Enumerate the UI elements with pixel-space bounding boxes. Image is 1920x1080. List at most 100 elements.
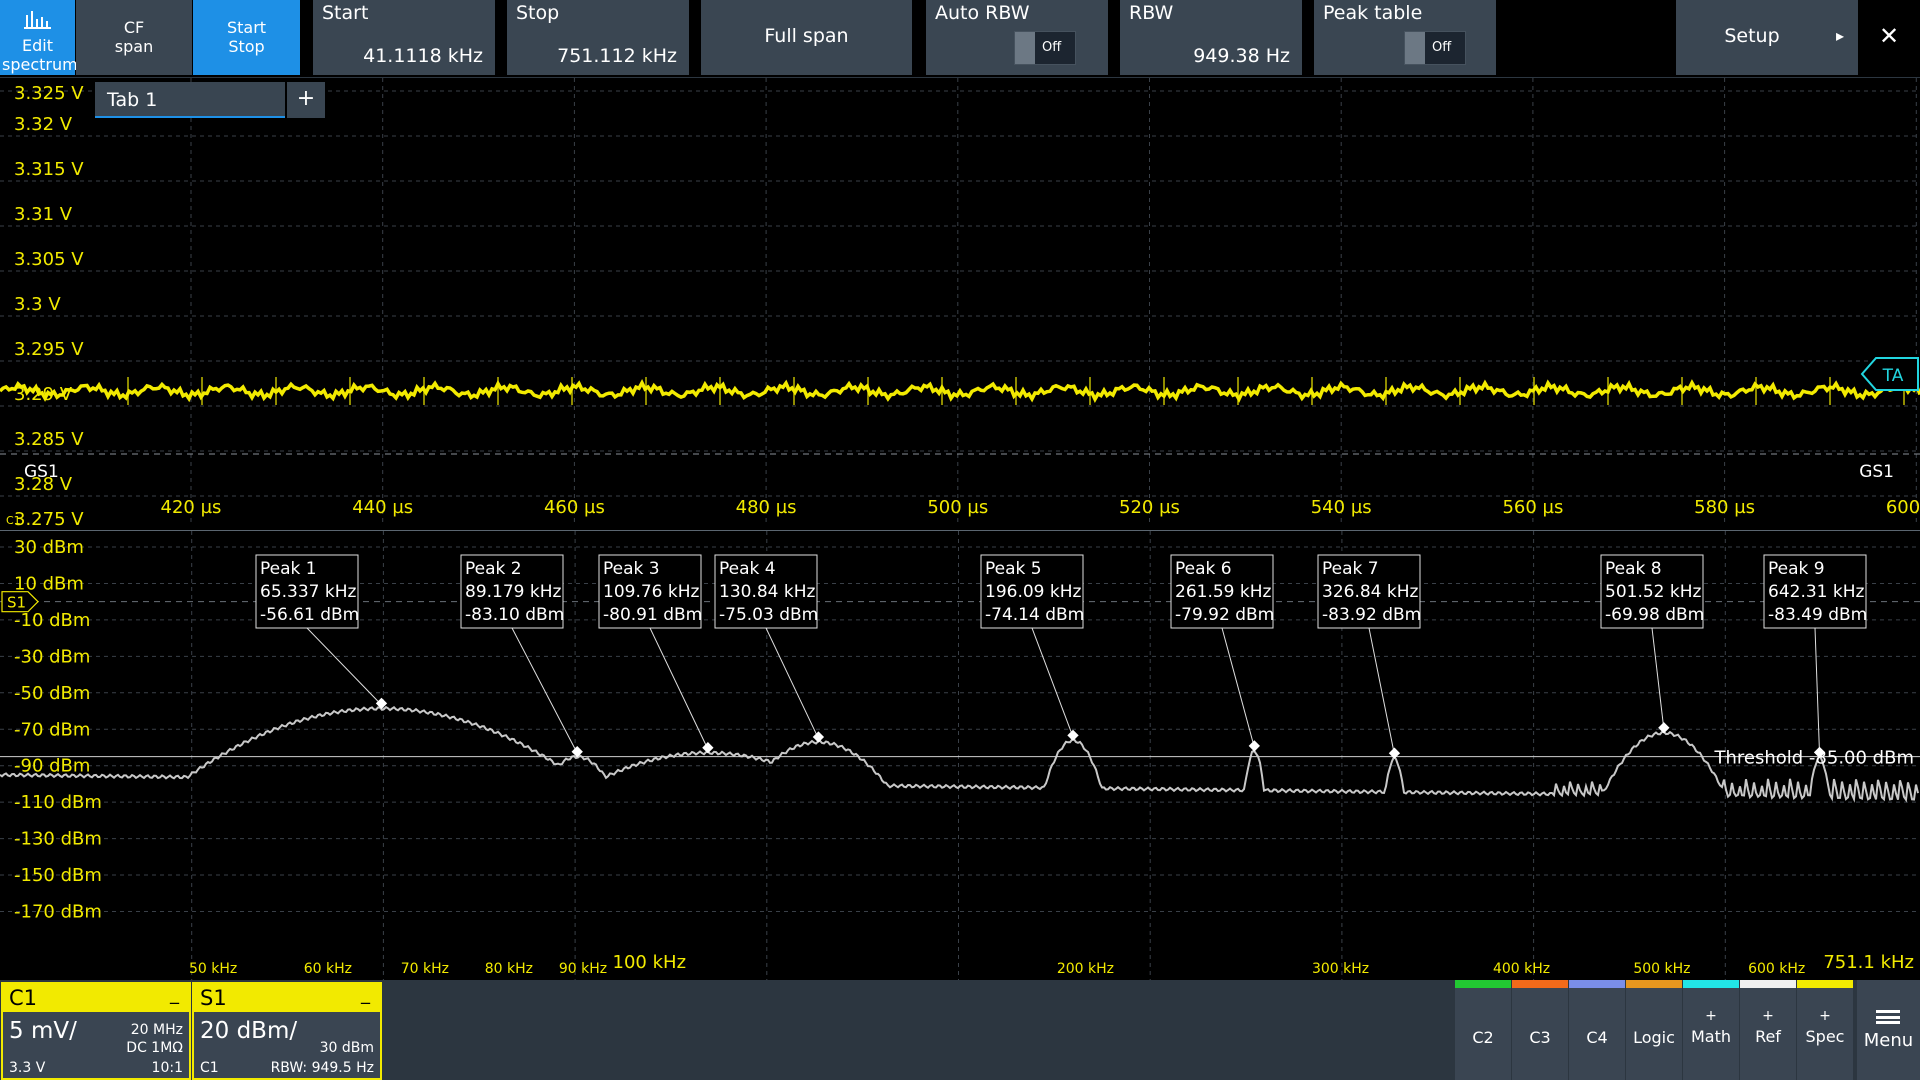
button-label: C3 <box>1529 1028 1551 1047</box>
time-domain-plot[interactable]: 3.325 V 3.32 V 3.315 V 3.31 V 3.305 V 3.3 V 3.… <box>0 78 1920 526</box>
edit-spectrum-button[interactable]: Edit spectrum <box>0 0 78 75</box>
x-tick-label: 300 kHz <box>1312 961 1369 977</box>
start-label: Start <box>322 2 369 24</box>
full-span-button[interactable]: Full span <box>701 0 912 75</box>
plus-icon: + <box>1762 1008 1774 1024</box>
start-field[interactable]: Start 41.1118 kHz <box>313 0 495 75</box>
y-tick-label: -90 dBm <box>14 756 90 777</box>
color-bar <box>1512 980 1568 988</box>
peak-leader-line <box>765 627 819 739</box>
spectrum-s1-scale: 20 dBm/ <box>200 1018 298 1044</box>
x-tick-label: 751.1 kHz <box>1823 952 1914 973</box>
peak-leader-line <box>1368 627 1395 755</box>
color-bar <box>1569 980 1625 988</box>
y-tick-label: -150 dBm <box>14 865 102 886</box>
peak-table-field[interactable]: Peak table Off <box>1314 0 1496 75</box>
peak-frequency: 109.76 kHz <box>603 582 700 602</box>
peak-marker: Peak 1 65.337 kHz -56.61 dBm <box>255 554 388 710</box>
rbw-value: 949.38 Hz <box>1193 45 1290 67</box>
spectrum-plot[interactable]: 30 dBm10 dBm-10 dBm-30 dBm-50 dBm-70 dBm… <box>0 531 1920 981</box>
stop-field[interactable]: Stop 751.112 kHz <box>507 0 689 75</box>
auto-rbw-field[interactable]: Auto RBW Off <box>926 0 1108 75</box>
add-logic-button[interactable]: Logic <box>1626 980 1682 1080</box>
peak-level: -75.03 dBm <box>719 605 818 625</box>
x-tick-label: 60 kHz <box>304 961 352 977</box>
channel-c1-scale: 5 mV/ <box>9 1018 77 1044</box>
gate-left-label: GS1 <box>24 462 59 482</box>
y-tick-label: 30 dBm <box>14 537 84 558</box>
peak-level: -83.92 dBm <box>1322 605 1421 625</box>
spectrum-s1-box[interactable]: S1 _ 20 dBm/ 30 dBm C1 RBW: 949.5 Hz <box>192 982 382 1080</box>
peak-leader-line <box>511 627 578 754</box>
x-tick-label: 460 µs <box>544 497 605 518</box>
y-tick-label: 3.275 V <box>14 509 84 526</box>
plus-icon: + <box>1705 1008 1717 1024</box>
add-spec-button[interactable]: + Spec <box>1797 980 1853 1080</box>
y-tick-label: 3.32 V <box>14 114 73 135</box>
spectrum-diagram[interactable]: 30 dBm 10 dBm -10 dBm -30 dBm -50 dBm -70 dBm… <box>0 530 1920 981</box>
ref-marker-label: S1 <box>7 594 26 612</box>
time-grid <box>0 78 1920 526</box>
add-math-button[interactable]: + Math <box>1683 980 1739 1080</box>
stop-value: 751.112 kHz <box>557 45 677 67</box>
color-bar <box>1683 980 1739 988</box>
add-c2-button[interactable]: C2 <box>1455 980 1511 1080</box>
cf-span-button[interactable]: CF span <box>76 0 192 75</box>
channel-c1-box[interactable]: C1 _ 5 mV/ 20 MHz DC 1MΩ 3.3 V 10:1 <box>1 982 191 1080</box>
y-tick-label: 3.315 V <box>14 159 84 180</box>
time-domain-diagram[interactable]: 3.325 V 3.32 V 3.315 V 3.31 V 3.305 V 3.3 V 3.… <box>0 77 1920 526</box>
peak-leader-line <box>1651 627 1665 730</box>
y-tick-label: -70 dBm <box>14 719 90 740</box>
peak-diamond <box>702 742 714 754</box>
channel-c1-name: C1 <box>9 986 38 1010</box>
channel-c1-coupling: DC 1MΩ <box>126 1040 183 1056</box>
peak-table-toggle[interactable]: Off <box>1404 31 1466 65</box>
peak-name: Peak 7 <box>1322 559 1379 579</box>
add-c3-button[interactable]: C3 <box>1512 980 1568 1080</box>
add-c4-button[interactable]: C4 <box>1569 980 1625 1080</box>
peak-name: Peak 2 <box>465 559 522 579</box>
auto-rbw-toggle[interactable]: Off <box>1014 31 1076 65</box>
peak-name: Peak 5 <box>985 559 1042 579</box>
spectrum-s1-rbw: RBW: 949.5 Hz <box>270 1060 374 1076</box>
menu-button[interactable]: Menu <box>1857 980 1920 1080</box>
x-tick-label: 580 µs <box>1694 497 1755 518</box>
spectrum-s1-header: S1 _ <box>194 984 380 1012</box>
x-tick-label: 80 kHz <box>485 961 533 977</box>
rbw-field[interactable]: RBW 949.38 Hz <box>1120 0 1302 75</box>
x-tick-label: 70 kHz <box>401 961 449 977</box>
peak-level: -69.98 dBm <box>1605 605 1704 625</box>
peak-diamond <box>1388 747 1401 759</box>
peak-name: Peak 6 <box>1175 559 1232 579</box>
peak-level: -83.10 dBm <box>465 605 564 625</box>
tab-1[interactable]: Tab 1 <box>95 82 285 118</box>
rbw-label: RBW <box>1129 2 1174 24</box>
peak-name: Peak 8 <box>1605 559 1662 579</box>
tab-1-label: Tab 1 <box>107 89 158 111</box>
start-stop-button[interactable]: Start Stop <box>193 0 300 75</box>
minimize-icon[interactable]: _ <box>361 984 370 1005</box>
spectrum-icon <box>24 11 51 29</box>
peak-name: Peak 4 <box>719 559 776 579</box>
x-tick-label: 100 kHz <box>613 952 687 973</box>
auto-rbw-label: Auto RBW <box>935 2 1030 24</box>
peak-frequency: 642.31 kHz <box>1768 582 1865 602</box>
color-bar <box>1455 980 1511 988</box>
peak-table-label: Peak table <box>1323 2 1423 24</box>
x-tick-label: 90 kHz <box>559 961 607 977</box>
minimize-icon[interactable]: _ <box>170 984 179 1005</box>
add-ref-button[interactable]: + Ref <box>1740 980 1796 1080</box>
channel-c1-bandwidth: 20 MHz <box>130 1022 183 1038</box>
x-tick-label: 440 µs <box>352 497 413 518</box>
x-tick-label: 540 µs <box>1311 497 1372 518</box>
peak-frequency: 65.337 kHz <box>260 582 357 602</box>
add-tab-button[interactable]: + <box>287 82 325 118</box>
setup-button[interactable]: Setup ▸ <box>1676 0 1858 75</box>
peak-diamond <box>1067 729 1079 742</box>
status-bar: C1 _ 5 mV/ 20 MHz DC 1MΩ 3.3 V 10:1 S1 _… <box>0 980 1920 1080</box>
x-tick-label: 600 kHz <box>1748 961 1805 977</box>
peak-level: -56.61 dBm <box>260 605 359 625</box>
trigger-marker-label: TA <box>1882 366 1904 386</box>
toggle-knob <box>1015 32 1035 64</box>
close-button[interactable]: ✕ <box>1858 0 1920 75</box>
